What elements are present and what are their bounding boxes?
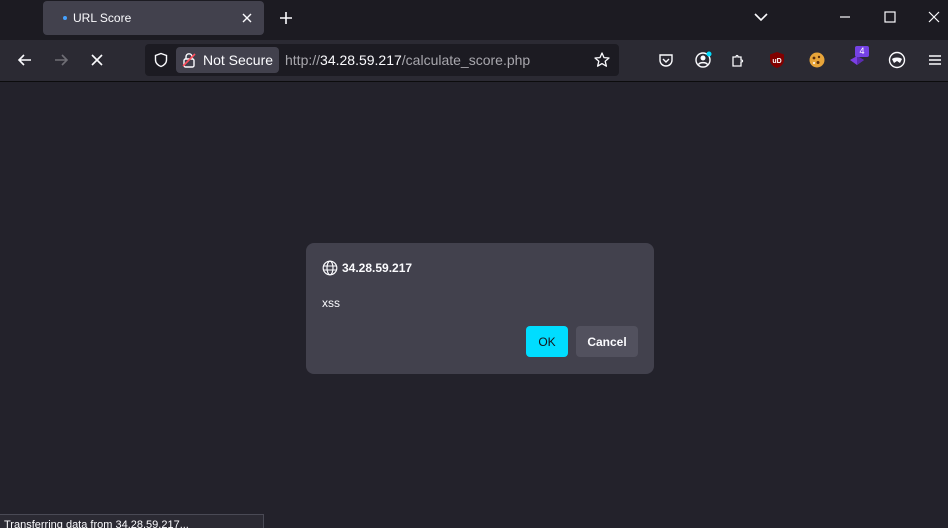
tab-close-icon[interactable] — [238, 9, 256, 27]
tab-strip: URL Score — [0, 0, 948, 40]
forward-arrow-icon[interactable] — [51, 50, 71, 70]
ublock-origin-icon[interactable]: uD — [768, 51, 786, 69]
mask-extension-icon[interactable] — [888, 51, 906, 69]
status-bar: Transferring data from 34.28.59.217... — [0, 514, 264, 528]
app-menu-hamburger-icon[interactable] — [926, 51, 944, 69]
dialog-origin: 34.28.59.217 — [342, 261, 413, 275]
not-secure-indicator[interactable]: Not Secure — [176, 47, 279, 73]
list-tabs-chevron-down-icon[interactable] — [751, 7, 771, 27]
not-secure-label: Not Secure — [203, 52, 274, 68]
cancel-button[interactable]: Cancel — [576, 326, 638, 357]
alert-dialog: 34.28.59.217 xss OK Cancel — [306, 243, 654, 374]
extensions-puzzle-icon[interactable] — [730, 51, 748, 69]
globe-icon — [322, 260, 338, 276]
url-bar[interactable]: Not Secure http://34.28.59.217/calculate… — [145, 44, 619, 76]
close-window-icon[interactable] — [924, 7, 944, 27]
account-icon[interactable] — [694, 51, 712, 69]
tab-title: URL Score — [73, 11, 132, 25]
dialog-message: xss — [322, 296, 340, 310]
back-arrow-icon[interactable] — [15, 50, 35, 70]
extension-badge: 4 — [855, 46, 869, 57]
cookie-extension-icon[interactable] — [808, 51, 826, 69]
tab-url-score[interactable]: URL Score — [43, 1, 264, 35]
url-text[interactable]: http://34.28.59.217/calculate_score.php — [285, 52, 530, 68]
loading-dot-icon — [63, 16, 67, 20]
url-prefix: http:// — [285, 52, 321, 68]
url-host: 34.28.59.217 — [320, 52, 402, 68]
maximize-icon[interactable] — [880, 7, 900, 27]
pocket-icon[interactable] — [657, 51, 675, 69]
insecure-lock-icon — [182, 52, 196, 68]
url-path: /calculate_score.php — [401, 52, 531, 68]
minimize-icon[interactable] — [835, 7, 855, 27]
bookmark-star-icon[interactable] — [593, 51, 611, 69]
new-tab-icon[interactable] — [276, 8, 296, 28]
tracking-protection-shield-icon[interactable] — [153, 52, 169, 68]
ok-button[interactable]: OK — [526, 326, 568, 357]
stop-loading-icon[interactable] — [87, 50, 107, 70]
svg-text:uD: uD — [772, 58, 781, 65]
navigation-toolbar: Not Secure http://34.28.59.217/calculate… — [0, 40, 948, 82]
